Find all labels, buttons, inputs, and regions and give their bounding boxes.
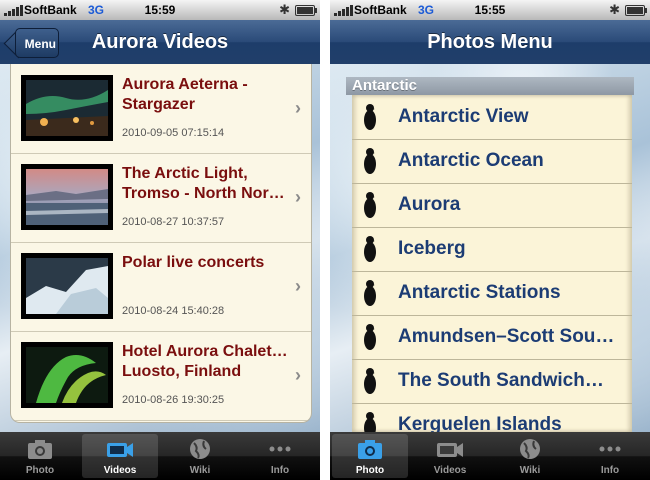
video-title: Hotel Aurora Chalet in Luosto, Finland	[122, 342, 288, 382]
penguin-icon	[364, 412, 376, 432]
photos-screen: SoftBank 3G 15:55 ✱ Photos Menu Antarcti…	[330, 0, 650, 480]
video-title: The Arctic Light, Tromso - North Nor…	[122, 164, 288, 204]
more-icon	[269, 446, 291, 452]
list-item-label: Iceberg	[398, 238, 466, 259]
list-item-label: Antarctic View	[398, 106, 529, 127]
video-title-line: Stargazer	[122, 96, 195, 113]
penguin-icon	[364, 280, 376, 306]
green-aurora-image	[26, 347, 108, 403]
globe-icon	[520, 439, 540, 459]
tab-videos[interactable]: Videos	[412, 434, 488, 478]
video-thumbnail	[21, 253, 113, 319]
video-title: Aurora Aeterna - Stargazer	[122, 75, 288, 115]
penguin-icon	[364, 104, 376, 130]
status-time: 15:55	[474, 3, 506, 17]
globe-icon	[190, 439, 210, 459]
list-item[interactable]: Iceberg	[352, 227, 632, 272]
bluetooth-icon: ✱	[279, 2, 290, 17]
tab-videos[interactable]: Videos	[82, 434, 158, 478]
aurora-over-town-image	[26, 80, 108, 136]
penguin-icon	[364, 148, 376, 174]
video-camera-icon	[437, 443, 463, 457]
chevron-right-icon: ›	[295, 276, 301, 296]
video-row[interactable]: The Arctic Light, Tromso - North Nor… 20…	[11, 153, 311, 243]
video-title-line: Aurora Aeterna -	[122, 76, 248, 93]
camera-icon	[358, 440, 382, 459]
chevron-right-icon: ›	[295, 187, 301, 207]
tab-info[interactable]: Info	[242, 434, 318, 478]
tab-label: Photo	[355, 465, 385, 476]
video-thumbnail	[21, 75, 113, 141]
tab-label: Videos	[433, 465, 467, 476]
back-button-area: Menu	[0, 0, 80, 64]
tab-label: Info	[600, 465, 620, 476]
tab-wiki[interactable]: Wiki	[162, 434, 238, 478]
list-item-label: Antarctic Ocean	[398, 150, 544, 171]
video-date: 2010-09-05 07:15:14	[122, 127, 225, 139]
chevron-right-icon: ›	[295, 365, 301, 385]
list-item[interactable]: Kerguelen Islands	[352, 403, 632, 432]
video-title-line: Tromso - North Nor…	[122, 185, 285, 202]
penguin-icon	[364, 192, 376, 218]
video-list: Aurora Aeterna - Stargazer 2010-09-05 07…	[10, 64, 312, 423]
video-row[interactable]: Polar live concerts 2010-08-24 15:40:28 …	[11, 242, 311, 332]
penguin-icon	[364, 324, 376, 350]
battery-icon	[625, 5, 647, 16]
video-date: 2010-08-24 15:40:28	[122, 305, 225, 317]
tab-bar: Photo Videos Wiki Info	[330, 432, 650, 480]
bluetooth-icon: ✱	[609, 2, 620, 17]
section-header: Antarctic	[346, 77, 634, 95]
list-item-label: The South Sandwich…	[398, 370, 604, 391]
video-thumbnail	[21, 164, 113, 230]
list-item[interactable]: Aurora	[352, 183, 632, 228]
videos-screen: SoftBank 3G 15:59 ✱ Aurora Videos Menu A…	[0, 0, 320, 480]
ice-landscape-image	[26, 258, 108, 314]
video-date: 2010-08-27 10:37:57	[122, 216, 225, 228]
tab-label: Info	[270, 465, 290, 476]
list-item-label: Kerguelen Islands	[398, 414, 562, 432]
list-item-label: Amundsen–Scott Sou…	[398, 326, 615, 347]
list-item[interactable]: Antarctic Stations	[352, 271, 632, 316]
video-camera-icon	[107, 443, 133, 457]
video-title-line: Hotel Aurora Chalet in	[122, 343, 288, 360]
list-item[interactable]: Antarctic View	[352, 95, 632, 140]
list-item[interactable]: Amundsen–Scott Sou…	[352, 315, 632, 360]
tab-label: Wiki	[189, 465, 211, 476]
list-item[interactable]: The South Sandwich…	[352, 359, 632, 404]
tab-label: Wiki	[519, 465, 541, 476]
list-item[interactable]: Antarctic Ocean	[352, 139, 632, 184]
arctic-sunset-sea-image	[26, 169, 108, 225]
video-thumbnail	[21, 342, 113, 408]
video-row[interactable]: Aurora Aeterna - Stargazer 2010-09-05 07…	[11, 64, 311, 154]
photo-category-list: Antarctic View Antarctic Ocean Aurora Ic…	[352, 95, 632, 432]
video-title: Polar live concerts	[122, 253, 288, 273]
navigation-bar: Photos Menu	[330, 20, 650, 65]
menu-back-button[interactable]: Menu	[15, 28, 59, 58]
page-title: Photos Menu	[427, 31, 553, 53]
more-icon	[599, 446, 621, 452]
tab-info[interactable]: Info	[572, 434, 648, 478]
video-date: 2010-08-26 19:30:25	[122, 394, 225, 406]
video-row[interactable]: Hotel Aurora Chalet in Luosto, Finland 2…	[11, 331, 311, 421]
tab-photo[interactable]: Photo	[332, 434, 408, 478]
chevron-right-icon: ›	[295, 98, 301, 118]
video-title-line: The Arctic Light,	[122, 165, 248, 182]
tab-photo[interactable]: Photo	[2, 434, 78, 478]
video-title-line: Luosto, Finland	[122, 363, 242, 380]
battery-icon	[295, 5, 317, 16]
tab-label: Videos	[103, 465, 137, 476]
tab-bar: Photo Videos Wiki Info	[0, 432, 320, 480]
list-item-label: Antarctic Stations	[398, 282, 561, 303]
penguin-icon	[364, 236, 376, 262]
camera-icon	[28, 440, 52, 459]
tab-wiki[interactable]: Wiki	[492, 434, 568, 478]
penguin-icon	[364, 368, 376, 394]
list-item-label: Aurora	[398, 194, 461, 215]
tab-label: Photo	[25, 465, 55, 476]
video-title-line: Polar live concerts	[122, 254, 265, 271]
status-bar: SoftBank 3G 15:55 ✱	[330, 0, 650, 20]
